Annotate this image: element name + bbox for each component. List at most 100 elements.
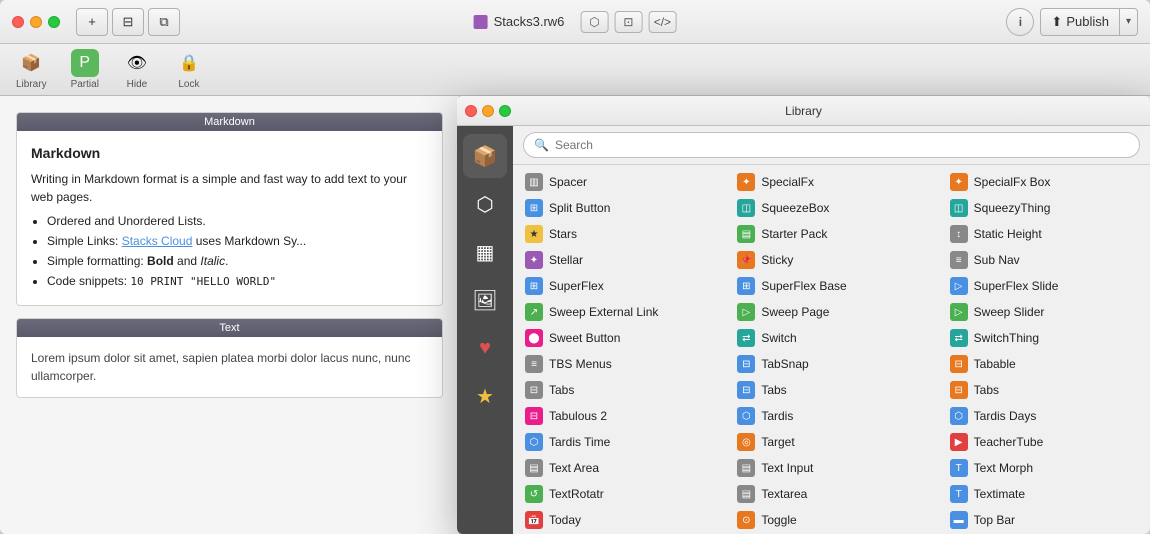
list-item-2: Simple Links: Stacks Cloud uses Markdown… — [47, 232, 428, 250]
library-item[interactable]: ▷SuperFlex Slide — [938, 273, 1150, 299]
lib-item-icon: ⊟ — [950, 381, 968, 399]
publish-dropdown-arrow[interactable]: ▾ — [1119, 9, 1137, 35]
library-item[interactable]: ▬Top Bar — [938, 507, 1150, 533]
library-item[interactable]: ✦Stellar — [513, 247, 725, 273]
library-item[interactable]: TTextimate — [938, 481, 1150, 507]
canvas-area[interactable]: Markdown Markdown Writing in Markdown fo… — [0, 96, 459, 534]
library-item[interactable]: ↗Sweep External Link — [513, 299, 725, 325]
library-item[interactable]: ◫SqueezyThing — [938, 195, 1150, 221]
library-item[interactable]: ⬤Sweet Button — [513, 325, 725, 351]
lib-item-name: Sub Nav — [974, 253, 1020, 267]
library-item[interactable]: ⬡Tardis Time — [513, 429, 725, 455]
publish-button[interactable]: ⬆ Publish ▾ — [1040, 8, 1138, 36]
library-item[interactable]: ⊟Tabs — [725, 377, 937, 403]
sidebar-image[interactable]: 🖼 — [463, 278, 507, 322]
text-block-header: Text — [17, 319, 442, 337]
lib-item-icon: ≡ — [950, 251, 968, 269]
sidebar-starred[interactable]: ★ — [463, 374, 507, 418]
library-item[interactable]: ◫SqueezeBox — [725, 195, 937, 221]
lib-item-name: TeacherTube — [974, 435, 1044, 449]
sidebar-grid[interactable]: ▦ — [463, 230, 507, 274]
library-item[interactable]: ⇄Switch — [725, 325, 937, 351]
lib-item-icon: 📌 — [737, 251, 755, 269]
toolbar2-partial[interactable]: P Partial — [71, 49, 99, 90]
stacks-cloud-link[interactable]: Stacks Cloud — [122, 234, 193, 248]
library-item[interactable]: ⊞ Split Button — [513, 195, 725, 221]
lib-close-button[interactable] — [465, 105, 477, 117]
lib-item-icon: ⊟ — [525, 407, 543, 425]
text-preview: Lorem ipsum dolor sit amet, sapien plate… — [31, 349, 428, 385]
preview-icon-btn[interactable]: ⊡ — [614, 11, 642, 33]
library-item[interactable]: ★Stars — [513, 221, 725, 247]
toolbar2-library[interactable]: 📦 Library — [16, 49, 47, 90]
library-item[interactable]: ≡TBS Menus — [513, 351, 725, 377]
lib-item-name: Split Button — [549, 201, 610, 215]
library-item[interactable]: ≡ Sub Nav — [938, 247, 1150, 273]
code-icon-btn[interactable]: </> — [648, 11, 676, 33]
list-item-4: Code snippets: 10 PRINT "HELLO WORLD" — [47, 272, 428, 291]
library-item[interactable]: ▶TeacherTube — [938, 429, 1150, 455]
library-item[interactable]: ✦SpecialFx — [725, 169, 937, 195]
library-item[interactable]: ▤Text Area — [513, 455, 725, 481]
library-item[interactable]: ↕Static Height — [938, 221, 1150, 247]
library-item[interactable]: ⬡Tardis Days — [938, 403, 1150, 429]
library-item[interactable]: ▤Textarea — [725, 481, 937, 507]
library-item[interactable]: ▷Sweep Slider — [938, 299, 1150, 325]
star-icon: ★ — [476, 384, 494, 409]
library-item[interactable]: ⊟Tabs — [513, 377, 725, 403]
lib-item-icon: ★ — [525, 225, 543, 243]
pages-button[interactable]: ⊟ — [112, 8, 144, 36]
sidebar-stacks[interactable]: 📦 — [463, 134, 507, 178]
library-grid: ▥Spacer✦SpecialFx✦SpecialFx Box ⊞ Split Bu… — [513, 165, 1150, 534]
library-item[interactable]: ⊟Tabable — [938, 351, 1150, 377]
lib-max-button[interactable] — [499, 105, 511, 117]
library-item[interactable]: 📌Sticky — [725, 247, 937, 273]
library-item[interactable]: ⊟TabSnap — [725, 351, 937, 377]
library-item[interactable]: ▤Starter Pack — [725, 221, 937, 247]
lib-item-name: Text Area — [549, 461, 599, 475]
search-input[interactable] — [555, 138, 1129, 152]
library-item[interactable]: ▥Spacer — [513, 169, 725, 195]
library-item[interactable]: ▤Text Input — [725, 455, 937, 481]
library-item[interactable]: ⊟ Tabs — [938, 377, 1150, 403]
library-item[interactable]: ⊞SuperFlex — [513, 273, 725, 299]
library-item[interactable]: ▷Sweep Page — [725, 299, 937, 325]
library-item[interactable]: ⇄SwitchThing — [938, 325, 1150, 351]
filename: Stacks3.rw6 — [494, 14, 565, 29]
markdown-text: Writing in Markdown format is a simple a… — [31, 170, 428, 206]
minimize-button[interactable] — [30, 16, 42, 28]
toolbar2-lock[interactable]: 🔒 Lock — [175, 49, 203, 90]
lib-item-icon: ⊞ — [525, 199, 543, 217]
library-item[interactable]: ⊙Toggle — [725, 507, 937, 533]
library-item[interactable]: ✦SpecialFx Box — [938, 169, 1150, 195]
add-button[interactable]: + — [76, 8, 108, 36]
lib-item-icon: 📅 — [525, 511, 543, 529]
list-item-1: Ordered and Unordered Lists. — [47, 212, 428, 230]
lib-item-name: Text Input — [761, 461, 813, 475]
library-item[interactable]: ⊞SuperFlex Base — [725, 273, 937, 299]
stacks-icon-btn[interactable]: ⬡ — [580, 11, 608, 33]
lib-item-name: Static Height — [974, 227, 1042, 241]
search-box[interactable]: 🔍 — [523, 132, 1140, 158]
close-button[interactable] — [12, 16, 24, 28]
maximize-button[interactable] — [48, 16, 60, 28]
blocks-icon: ⬡ — [476, 192, 493, 217]
title-bar: + ⊟ ⧉ Stacks3.rw6 ⬡ ⊡ </> i ⬆ Publish — [0, 0, 1150, 44]
copy-button[interactable]: ⧉ — [148, 8, 180, 36]
lib-min-button[interactable] — [482, 105, 494, 117]
library-item[interactable]: ↺TextRotatr — [513, 481, 725, 507]
toolbar-left: + ⊟ ⧉ — [76, 8, 180, 36]
markdown-title: Markdown — [31, 143, 428, 164]
sidebar-favorites[interactable]: ♥ — [463, 326, 507, 370]
lib-item-name: Tabs — [974, 383, 999, 397]
library-item[interactable]: ⊟Tabulous 2 — [513, 403, 725, 429]
library-item[interactable]: ⬡Tardis — [725, 403, 937, 429]
info-icon: i — [1019, 15, 1022, 29]
library-item[interactable]: TText Morph — [938, 455, 1150, 481]
info-button[interactable]: i — [1006, 8, 1034, 36]
library-item[interactable]: ◎Target — [725, 429, 937, 455]
partial-label: Partial — [71, 79, 99, 90]
library-item[interactable]: 📅Today — [513, 507, 725, 533]
sidebar-blocks[interactable]: ⬡ — [463, 182, 507, 226]
toolbar2-hide[interactable]: 👁 Hide — [123, 49, 151, 90]
